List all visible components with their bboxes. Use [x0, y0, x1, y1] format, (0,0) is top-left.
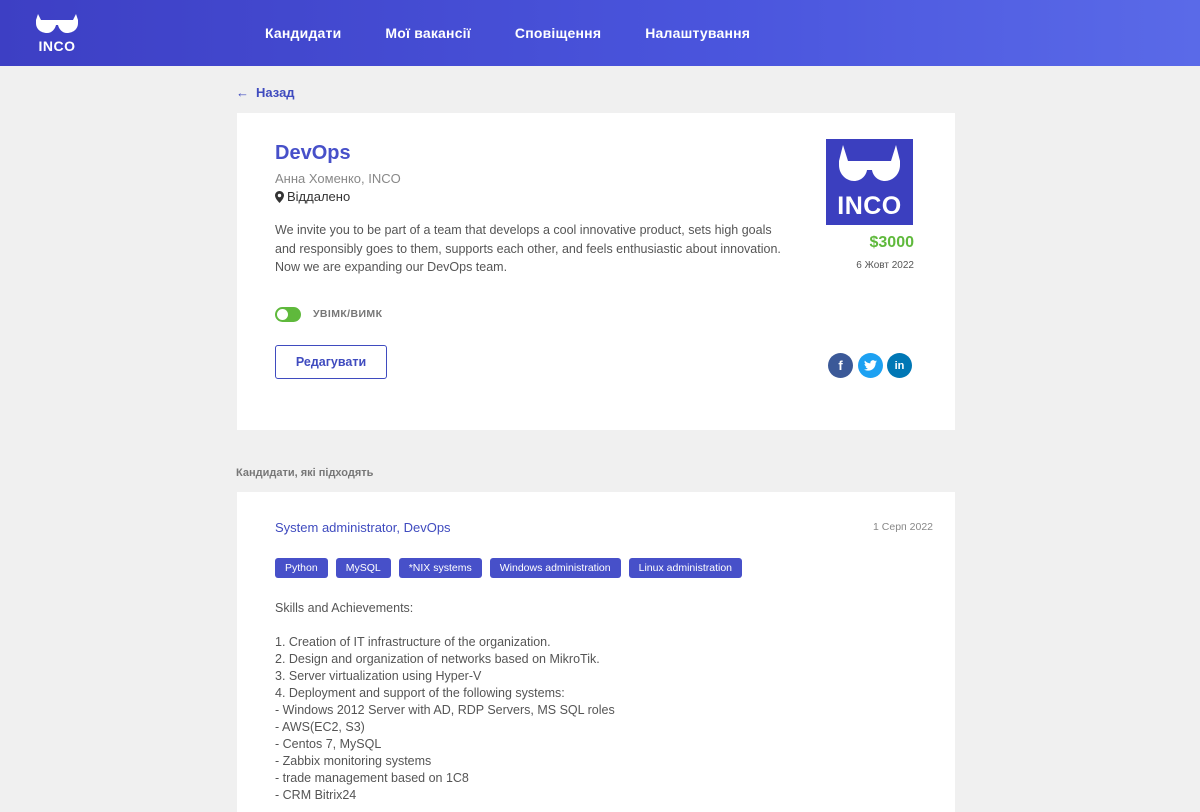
- matching-candidates-title: Кандидати, які підходять: [236, 467, 374, 479]
- glasses-icon: [36, 14, 78, 33]
- candidate-card[interactable]: System administrator, DevOps 1 Серп 2022…: [237, 492, 955, 812]
- inco-logo[interactable]: INCO: [34, 12, 80, 54]
- vacancy-author: Анна Хоменко, INCO: [275, 171, 401, 186]
- vacancy-title: DevOps: [275, 142, 351, 164]
- candidate-summary: Skills and Achievements: 1. Creation of …: [275, 601, 615, 802]
- facebook-share-icon[interactable]: f: [828, 353, 853, 378]
- skill-tag: Linux administration: [628, 558, 743, 578]
- company-logo: INCO: [826, 139, 913, 225]
- glasses-icon: [839, 145, 900, 181]
- nav-settings[interactable]: Налаштування: [645, 25, 750, 41]
- vacancy-card: DevOps Анна Хоменко, INCO Віддалено We i…: [237, 113, 955, 430]
- skill-tag: *NIX systems: [398, 558, 482, 578]
- nav-candidates[interactable]: Кандидати: [265, 25, 341, 41]
- twitter-bird-icon: [864, 360, 877, 371]
- twitter-share-icon[interactable]: [858, 353, 883, 378]
- toggle-knob: [277, 309, 288, 320]
- skill-tag: MySQL: [335, 558, 391, 578]
- vacancy-date: 6 Жовт 2022: [856, 260, 914, 271]
- salary: $3000: [869, 234, 915, 251]
- vacancy-location: Віддалено: [275, 189, 350, 204]
- arrow-left-icon: ←: [236, 85, 249, 100]
- linkedin-share-icon[interactable]: in: [887, 353, 912, 378]
- skill-tag: Windows administration: [489, 558, 621, 578]
- skill-tag: Python: [275, 558, 328, 578]
- nav-notifications[interactable]: Сповіщення: [515, 25, 601, 41]
- location-pin-icon: [275, 190, 284, 203]
- nav-my-vacancies[interactable]: Мої вакансії: [385, 25, 471, 41]
- candidate-date: 1 Серп 2022: [873, 521, 933, 533]
- vacancy-description: We invite you to be part of a team that …: [275, 223, 781, 274]
- skill-tags: Python MySQL *NIX systems Windows admini…: [275, 558, 750, 578]
- top-bar: INCO Кандидати Мої вакансії Сповіщення Н…: [0, 0, 1200, 66]
- candidate-title[interactable]: System administrator, DevOps: [275, 520, 451, 535]
- location-text: Віддалено: [287, 189, 351, 204]
- active-toggle[interactable]: [275, 307, 301, 322]
- edit-button[interactable]: Редагувати: [275, 345, 387, 379]
- logo-text: INCO: [38, 38, 76, 54]
- toggle-label: УВІМК/ВИМК: [313, 308, 383, 320]
- back-label: Назад: [256, 85, 295, 100]
- company-logo-text: INCO: [837, 192, 902, 220]
- back-link[interactable]: ← Назад: [236, 85, 295, 100]
- main-nav: Кандидати Мої вакансії Сповіщення Налашт…: [265, 0, 794, 66]
